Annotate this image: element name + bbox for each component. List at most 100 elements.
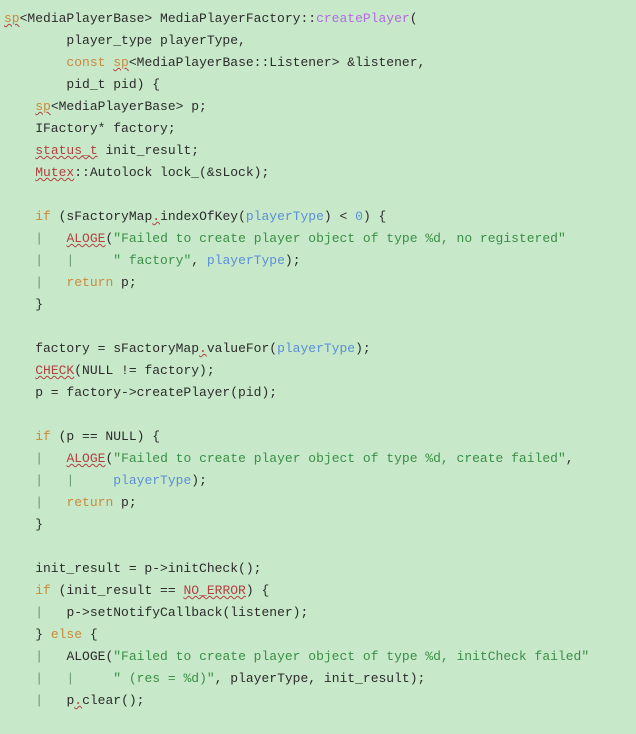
token: (init_result == (51, 583, 184, 598)
token (4, 55, 66, 70)
token: ALOGE (66, 231, 105, 246)
token: ) { (363, 209, 386, 224)
indent-guide-icon: | (66, 253, 113, 268)
indent-guide-icon: | (35, 275, 66, 290)
token: . (199, 341, 207, 356)
token: ALOGE( (66, 649, 113, 664)
token: ::Autolock lock_(&sLock); (74, 165, 269, 180)
token (4, 165, 35, 180)
code-line: | | " (res = %d)", playerType, init_resu… (4, 668, 630, 690)
code-line (4, 536, 630, 558)
token: ) < (324, 209, 355, 224)
indent-guide-icon: | (66, 473, 113, 488)
token: factory = sFactoryMap (4, 341, 199, 356)
token: <MediaPlayerBase> p; (51, 99, 207, 114)
token: return (66, 275, 113, 290)
code-line (4, 404, 630, 426)
token: , playerType, init_result); (215, 671, 426, 686)
code-line: | return p; (4, 272, 630, 294)
token: ); (285, 253, 301, 268)
indent-guide-icon: | (35, 495, 66, 510)
token: init_result; (98, 143, 199, 158)
token: (sFactoryMap (51, 209, 152, 224)
code-line (4, 184, 630, 206)
token (4, 693, 35, 708)
code-line: | p.clear(); (4, 690, 630, 712)
token: p; (113, 275, 136, 290)
token: player_type playerType, (4, 33, 246, 48)
token: } (4, 627, 51, 642)
code-line: p = factory->createPlayer(pid); (4, 382, 630, 404)
indent-guide-icon: | (35, 671, 66, 686)
token: ALOGE (66, 451, 105, 466)
token: if (35, 209, 51, 224)
token: p; (113, 495, 136, 510)
code-line: } (4, 514, 630, 536)
code-line: player_type playerType, (4, 30, 630, 52)
token: init_result = p->initCheck(); (4, 561, 261, 576)
code-line: } (4, 294, 630, 316)
indent-guide-icon: | (66, 671, 113, 686)
indent-guide-icon: | (35, 649, 66, 664)
code-line: pid_t pid) { (4, 74, 630, 96)
token (4, 209, 35, 224)
token: const (66, 55, 105, 70)
token: <MediaPlayerBase> MediaPlayerFactory:: (20, 11, 316, 26)
token: if (35, 429, 51, 444)
token: . (74, 693, 82, 708)
token (4, 473, 35, 488)
token: ( (410, 11, 418, 26)
token (4, 671, 35, 686)
indent-guide-icon: | (35, 231, 66, 246)
token: { (82, 627, 98, 642)
indent-guide-icon: | (35, 473, 66, 488)
code-line: const sp<MediaPlayerBase::Listener> &lis… (4, 52, 630, 74)
token: playerType (277, 341, 355, 356)
token: pid_t pid) { (4, 77, 160, 92)
token: indexOfKey( (160, 209, 246, 224)
code-line: IFactory* factory; (4, 118, 630, 140)
code-line: Mutex::Autolock lock_(&sLock); (4, 162, 630, 184)
indent-guide-icon: | (35, 693, 66, 708)
code-line: sp<MediaPlayerBase> p; (4, 96, 630, 118)
code-line: | return p; (4, 492, 630, 514)
code-line: | ALOGE("Failed to create player object … (4, 646, 630, 668)
token: } (4, 517, 43, 532)
code-line: | | " factory", playerType); (4, 250, 630, 272)
token: ); (191, 473, 207, 488)
code-line: | p->setNotifyCallback(listener); (4, 602, 630, 624)
token (4, 231, 35, 246)
token (4, 143, 35, 158)
token: 0 (355, 209, 363, 224)
token: NO_ERROR (183, 583, 245, 598)
code-line: init_result = p->initCheck(); (4, 558, 630, 580)
token: "Failed to create player object of type … (113, 649, 589, 664)
code-line (4, 316, 630, 338)
token: , (566, 451, 574, 466)
token: (p == NULL) { (51, 429, 160, 444)
code-line: sp<MediaPlayerBase> MediaPlayerFactory::… (4, 8, 630, 30)
token (4, 363, 35, 378)
token: Mutex (35, 165, 74, 180)
token: (NULL != factory); (74, 363, 214, 378)
token: playerType (207, 253, 285, 268)
code-line: factory = sFactoryMap.valueFor(playerTyp… (4, 338, 630, 360)
token (4, 495, 35, 510)
code-line: CHECK(NULL != factory); (4, 360, 630, 382)
code-line: } else { (4, 624, 630, 646)
token: valueFor( (207, 341, 277, 356)
token (4, 605, 35, 620)
token: " factory" (113, 253, 191, 268)
token: " (res = %d)" (113, 671, 214, 686)
code-line: if (sFactoryMap.indexOfKey(playerType) <… (4, 206, 630, 228)
token: sp (35, 99, 51, 114)
code-line: if (init_result == NO_ERROR) { (4, 580, 630, 602)
token (4, 275, 35, 290)
token (4, 253, 35, 268)
token: clear(); (82, 693, 144, 708)
token: "Failed to create player object of type … (113, 451, 565, 466)
token (4, 583, 35, 598)
token (4, 649, 35, 664)
token: sp (113, 55, 129, 70)
token: p = factory->createPlayer(pid); (4, 385, 277, 400)
